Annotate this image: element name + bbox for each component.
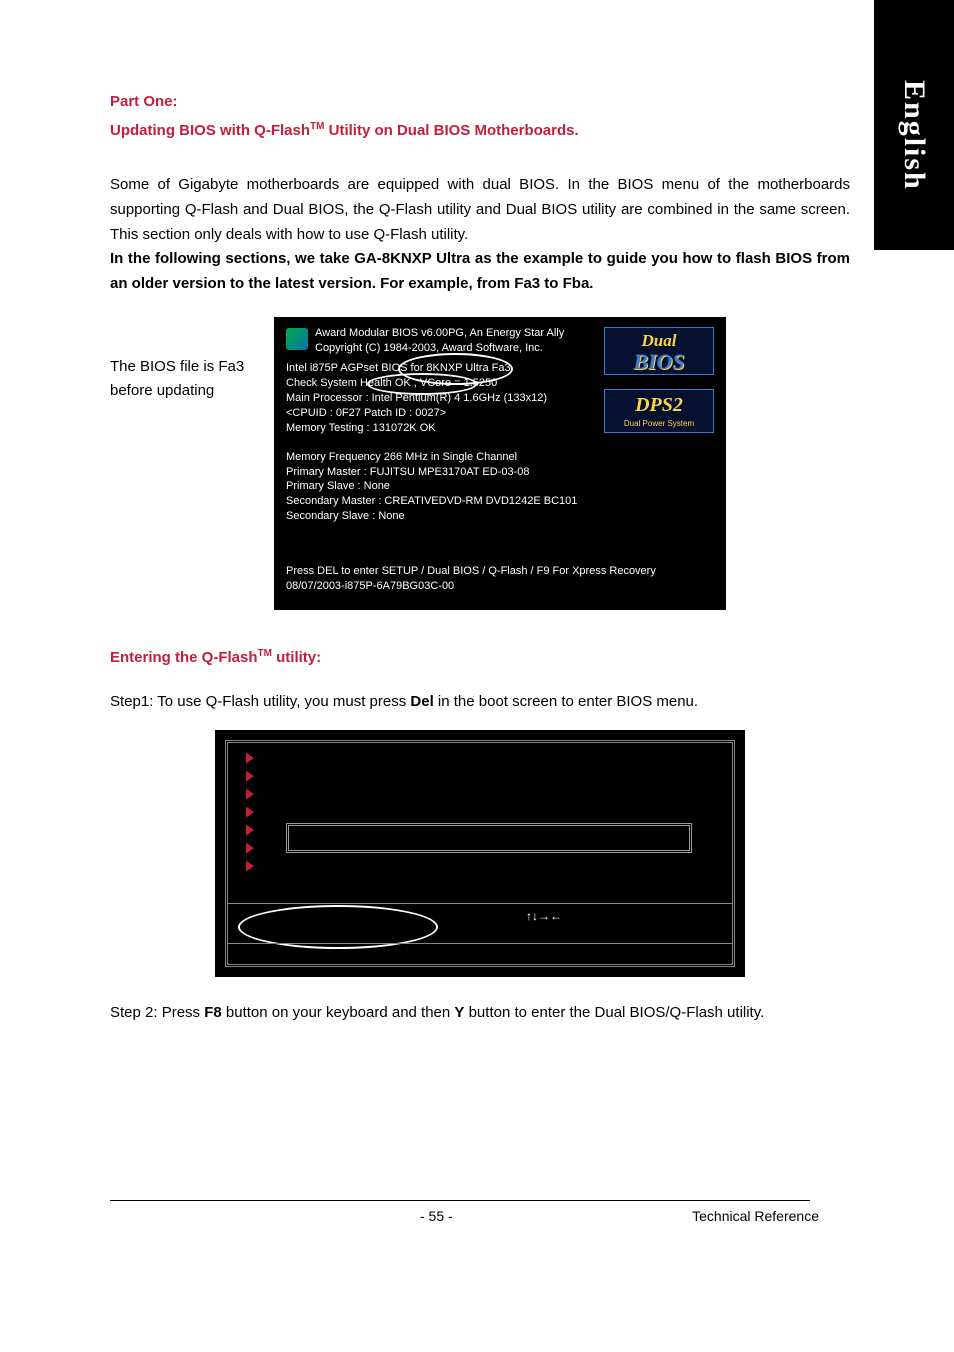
- bios-line-12: Secondary Slave : None: [286, 509, 714, 524]
- intro-text: Some of Gigabyte motherboards are equipp…: [110, 176, 850, 243]
- energy-star-icon: [286, 328, 308, 350]
- title-pre: Updating BIOS with Q-Flash: [110, 122, 310, 139]
- section-entering-qflash: Entering the Q-FlashTM utility:: [110, 648, 850, 666]
- footer-divider: [110, 1200, 810, 1201]
- menu-marker-icon: [246, 825, 254, 836]
- tm-symbol: TM: [310, 121, 324, 132]
- menu-marker-icon: [246, 843, 254, 854]
- footer-section-title: Technical Reference: [692, 1208, 819, 1224]
- bios-line-9: Primary Master : FUJITSU MPE3170AT ED-03…: [286, 465, 714, 480]
- menu-marker-icon: [246, 789, 254, 800]
- step2: Step 2: Press F8 button on your keyboard…: [110, 1001, 850, 1025]
- menu-divider: [228, 903, 732, 904]
- step2-pre: Step 2: Press: [110, 1004, 204, 1021]
- language-tab: English: [874, 0, 954, 250]
- step1-del: Del: [410, 693, 433, 710]
- bios-line-10: Primary Slave : None: [286, 479, 714, 494]
- dual-bios-logo: Dual BIOS: [604, 327, 714, 375]
- step2-post: button to enter the Dual BIOS/Q-Flash ut…: [464, 1004, 764, 1021]
- step2-mid: button on your keyboard and then: [222, 1004, 455, 1021]
- bios-row: The BIOS file is Fa3 before updating Awa…: [110, 317, 850, 610]
- page-number: - 55 -: [420, 1208, 453, 1224]
- menu-divider-2: [228, 943, 732, 944]
- step1-pre: Step1: To use Q-Flash utility, you must …: [110, 693, 410, 710]
- menu-marker-icon: [246, 807, 254, 818]
- dps-logo: DPS2 Dual Power System: [604, 389, 714, 433]
- menu-frame: ↑↓→←: [225, 740, 735, 967]
- menu-marker-icon: [246, 753, 254, 764]
- part-one-label: Part One:: [110, 88, 850, 117]
- step2-f8: F8: [204, 1004, 222, 1021]
- menu-marker-icon: [246, 861, 254, 872]
- intro-bold: In the following sections, we take GA-8K…: [110, 250, 850, 292]
- step1-post: in the boot screen to enter BIOS menu.: [434, 693, 698, 710]
- bios-menu-screenshot: ↑↓→←: [215, 730, 745, 977]
- bios-line-1: Award Modular BIOS v6.00PG, An Energy St…: [315, 326, 564, 341]
- step2-y: Y: [454, 1004, 464, 1021]
- dps-logo-l2: Dual Power System: [624, 419, 694, 430]
- part-one-title: Updating BIOS with Q-FlashTM Utility on …: [110, 117, 850, 146]
- dps-logo-l1: DPS2: [635, 392, 683, 419]
- bios-boot-screenshot: Award Modular BIOS v6.00PG, An Energy St…: [274, 317, 726, 610]
- section2-pre: Entering the Q-Flash: [110, 649, 258, 666]
- bios-line-13: Press DEL to enter SETUP / Dual BIOS / Q…: [286, 564, 714, 579]
- bios-line-11: Secondary Master : CREATIVEDVD-RM DVD124…: [286, 494, 714, 509]
- left-note: The BIOS file is Fa3 before updating: [110, 317, 260, 403]
- bios-line-14: 08/07/2003-i875P-6A79BG03C-00: [286, 579, 714, 594]
- bios-line-8: Memory Frequency 266 MHz in Single Chann…: [286, 450, 714, 465]
- title-post: Utility on Dual BIOS Motherboards.: [324, 122, 578, 139]
- section2-post: utility:: [272, 649, 321, 666]
- callout-ellipse-vcore: [367, 373, 477, 395]
- menu-marker-icon: [246, 771, 254, 782]
- page-content: Part One: Updating BIOS with Q-FlashTM U…: [110, 88, 850, 1025]
- arrow-keys-hint: ↑↓→←: [526, 909, 562, 923]
- menu-highlight-box: [286, 823, 692, 853]
- menu-items-column: [246, 753, 254, 872]
- dual-bios-logo-l2: BIOS: [633, 353, 684, 371]
- tm-symbol-2: TM: [258, 648, 272, 659]
- language-tab-label: English: [897, 80, 931, 191]
- step1: Step1: To use Q-Flash utility, you must …: [110, 690, 850, 714]
- intro-paragraph: Some of Gigabyte motherboards are equipp…: [110, 173, 850, 297]
